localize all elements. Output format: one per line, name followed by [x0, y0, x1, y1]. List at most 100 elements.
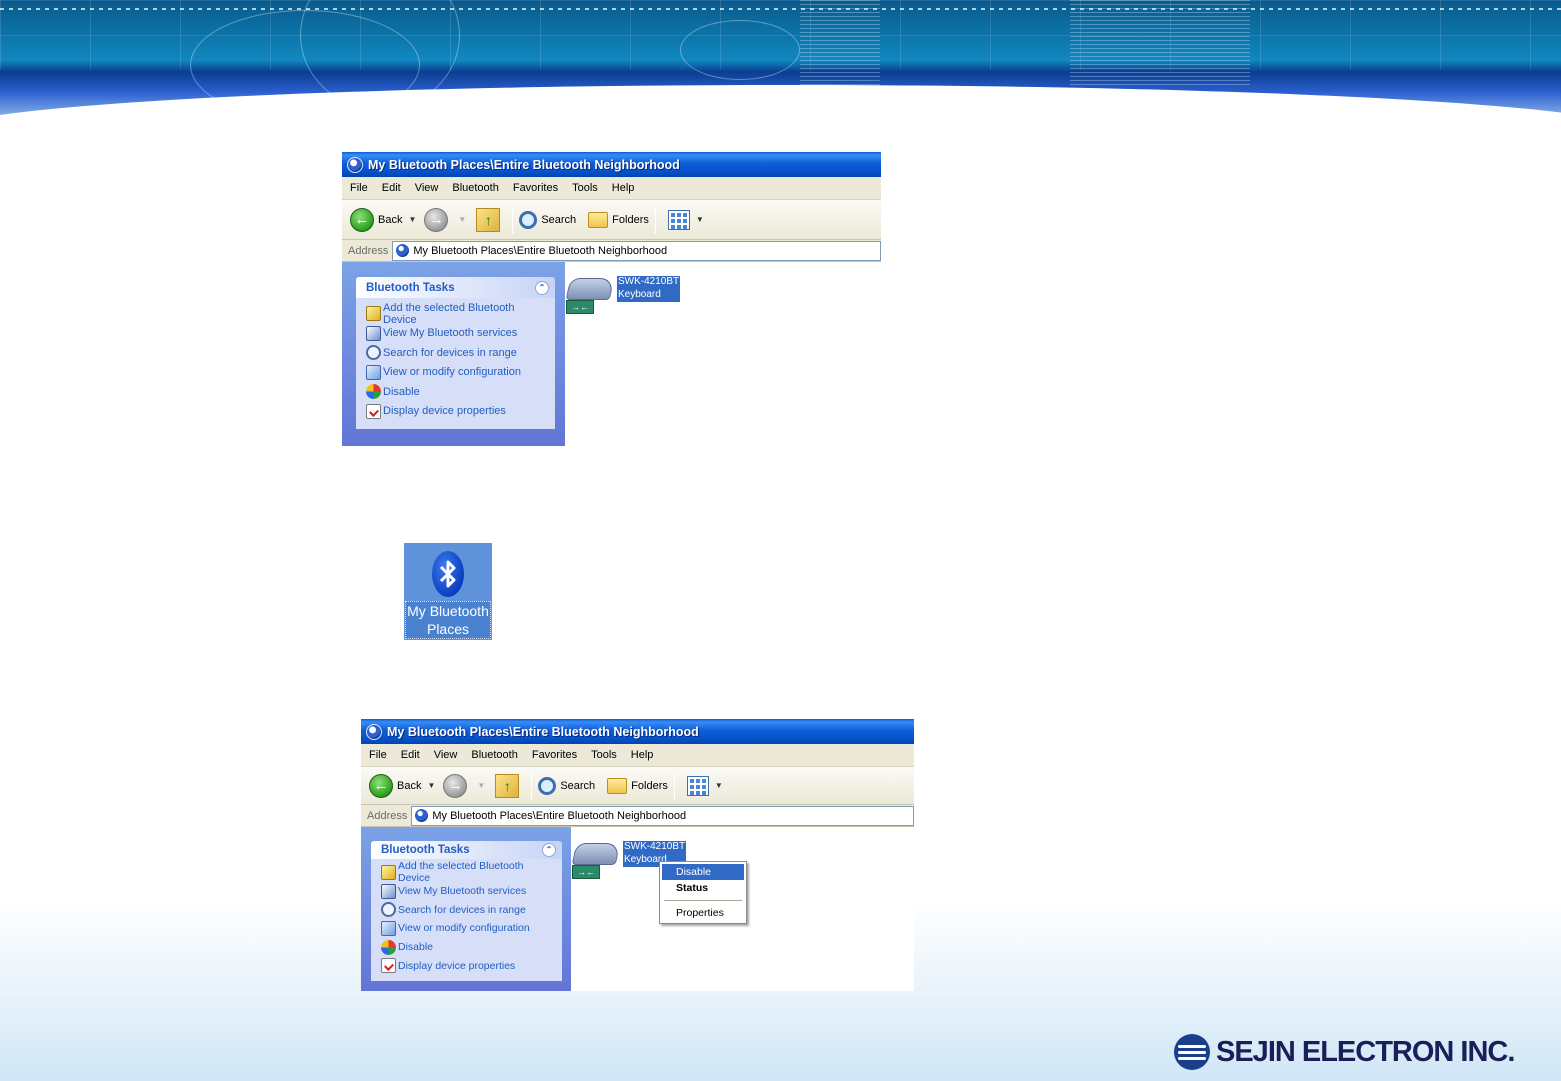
- my-bluetooth-places-desktop-icon[interactable]: My Bluetooth Places: [404, 543, 492, 640]
- banner-dotted-line: [0, 8, 1561, 10]
- back-dropdown-icon[interactable]: ▼: [408, 215, 416, 224]
- task-label: View or modify configuration: [398, 922, 530, 935]
- menu-tools[interactable]: Tools: [591, 749, 617, 761]
- configuration-icon: [381, 920, 396, 936]
- keyboard-icon: →←: [565, 276, 615, 314]
- context-menu-status[interactable]: Status: [662, 880, 744, 896]
- forward-dropdown-icon[interactable]: ▼: [458, 215, 466, 224]
- menu-bluetooth[interactable]: Bluetooth: [471, 749, 517, 761]
- menu-edit[interactable]: Edit: [401, 749, 420, 761]
- device-type: Keyboard: [618, 288, 661, 300]
- task-view-services[interactable]: View My Bluetooth services: [381, 882, 554, 901]
- task-add-device[interactable]: Add the selected Bluetooth Device: [366, 302, 547, 326]
- company-name: SEJIN ELECTRON INC.: [1216, 1035, 1515, 1068]
- task-label: View My Bluetooth services: [398, 885, 527, 898]
- views-icon[interactable]: [686, 775, 709, 796]
- disable-icon: [381, 939, 396, 955]
- address-label: Address: [348, 244, 389, 257]
- task-label: Search for devices in range: [398, 903, 526, 916]
- folders-button[interactable]: Folders: [612, 214, 649, 226]
- bluetooth-add-icon: [381, 864, 396, 880]
- menu-view[interactable]: View: [415, 182, 439, 194]
- up-folder-icon[interactable]: ↑: [495, 773, 520, 798]
- menu-favorites[interactable]: Favorites: [513, 182, 558, 194]
- menu-help[interactable]: Help: [612, 182, 635, 194]
- desktop-icon-label: My Bluetooth Places: [405, 601, 491, 639]
- back-dropdown-icon[interactable]: ▼: [427, 781, 435, 790]
- views-icon[interactable]: [667, 209, 690, 230]
- search-button[interactable]: Search: [560, 780, 595, 792]
- task-label: Disable: [383, 385, 420, 398]
- task-configuration[interactable]: View or modify configuration: [381, 919, 554, 938]
- search-icon[interactable]: [538, 776, 557, 795]
- back-arrow-icon[interactable]: ←: [369, 773, 393, 798]
- task-search-devices[interactable]: Search for devices in range: [381, 900, 554, 919]
- menu-tools[interactable]: Tools: [572, 182, 598, 194]
- task-properties[interactable]: Display device properties: [381, 956, 554, 975]
- task-disable[interactable]: Disable: [381, 938, 554, 957]
- address-bar: Address My Bluetooth Places\Entire Bluet…: [342, 240, 881, 262]
- task-view-services[interactable]: View My Bluetooth services: [366, 324, 547, 344]
- window-title-bar[interactable]: My Bluetooth Places\Entire Bluetooth Nei…: [361, 719, 914, 744]
- menu-file[interactable]: File: [350, 182, 368, 194]
- context-menu: Disable Status Properties: [659, 861, 747, 924]
- tasks-header[interactable]: Bluetooth Tasks ⌃: [371, 841, 562, 859]
- search-button[interactable]: Search: [541, 214, 576, 226]
- views-dropdown-icon[interactable]: ▼: [715, 781, 723, 790]
- device-label: SWK-4210BT Keyboard: [617, 276, 681, 302]
- views-dropdown-icon[interactable]: ▼: [696, 215, 704, 224]
- forward-dropdown-icon[interactable]: ▼: [477, 781, 485, 790]
- bluetooth-places-icon: [415, 809, 429, 822]
- properties-icon: [366, 403, 381, 419]
- task-properties[interactable]: Display device properties: [366, 402, 547, 422]
- forward-arrow-icon[interactable]: →: [424, 207, 449, 232]
- search-icon: [381, 902, 396, 918]
- task-search-devices[interactable]: Search for devices in range: [366, 343, 547, 363]
- menu-file[interactable]: File: [369, 749, 387, 761]
- collapse-chevron-icon[interactable]: ⌃: [542, 843, 556, 857]
- menu-help[interactable]: Help: [631, 749, 654, 761]
- tasks-list: Add the selected Bluetooth Device View M…: [356, 298, 555, 429]
- task-add-device[interactable]: Add the selected Bluetooth Device: [381, 860, 554, 884]
- tasks-title: Bluetooth Tasks: [366, 281, 455, 294]
- menu-edit[interactable]: Edit: [382, 182, 401, 194]
- menu-view[interactable]: View: [434, 749, 458, 761]
- folders-icon[interactable]: [607, 777, 628, 794]
- up-folder-icon[interactable]: ↑: [476, 207, 501, 232]
- desktop-icon-label-line: My Bluetooth: [407, 603, 489, 619]
- bluetooth-places-icon: [347, 156, 363, 173]
- menu-favorites[interactable]: Favorites: [532, 749, 577, 761]
- tasks-header[interactable]: Bluetooth Tasks ⌃: [356, 277, 555, 298]
- menu-bluetooth[interactable]: Bluetooth: [452, 182, 498, 194]
- back-arrow-icon[interactable]: ←: [350, 207, 374, 232]
- address-field[interactable]: My Bluetooth Places\Entire Bluetooth Nei…: [411, 805, 914, 826]
- address-label: Address: [367, 809, 408, 822]
- company-logo: SEJIN ELECTRON INC.: [1174, 1034, 1515, 1070]
- search-icon[interactable]: [519, 210, 538, 229]
- back-button[interactable]: Back: [378, 214, 402, 226]
- address-field[interactable]: My Bluetooth Places\Entire Bluetooth Nei…: [392, 240, 881, 261]
- device-item-keyboard[interactable]: →← SWK-4210BT Keyboard: [565, 276, 681, 314]
- task-disable[interactable]: Disable: [366, 382, 547, 402]
- collapse-chevron-icon[interactable]: ⌃: [535, 280, 549, 295]
- folders-icon[interactable]: [588, 211, 609, 228]
- address-value: My Bluetooth Places\Entire Bluetooth Nei…: [413, 244, 668, 257]
- task-configuration[interactable]: View or modify configuration: [366, 363, 547, 383]
- window-title: My Bluetooth Places\Entire Bluetooth Nei…: [387, 724, 699, 739]
- toolbar-separator: [654, 205, 656, 234]
- configuration-icon: [366, 364, 381, 380]
- bluetooth-places-icon: [366, 723, 382, 740]
- keyboard-icon: →←: [571, 841, 621, 879]
- forward-arrow-icon[interactable]: →: [443, 773, 468, 798]
- context-menu-properties[interactable]: Properties: [662, 905, 744, 921]
- bluetooth-tasks-panel: Bluetooth Tasks ⌃ Add the selected Bluet…: [356, 277, 555, 429]
- banner-code-texture: [1070, 0, 1250, 85]
- folders-button[interactable]: Folders: [631, 780, 668, 792]
- window-title-bar[interactable]: My Bluetooth Places\Entire Bluetooth Nei…: [342, 152, 881, 177]
- task-label: Disable: [398, 941, 434, 954]
- bluetooth-add-icon: [366, 306, 381, 322]
- header-banner: [0, 0, 1561, 175]
- context-menu-disable[interactable]: Disable: [662, 864, 744, 880]
- computer-services-icon: [366, 325, 381, 341]
- back-button[interactable]: Back: [397, 780, 421, 792]
